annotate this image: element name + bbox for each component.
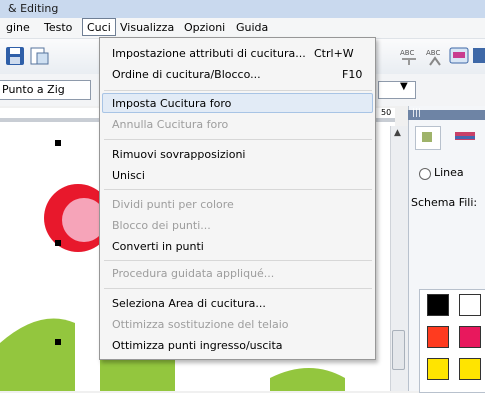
color-swatch[interactable]	[427, 294, 449, 316]
menu-separator	[104, 189, 372, 190]
color-swatch[interactable]	[459, 326, 481, 348]
selection-handle[interactable]	[55, 240, 61, 246]
menu-pagina[interactable]: gine	[6, 21, 30, 34]
panel-header: |||	[408, 108, 485, 120]
shortcut-f10: F10	[342, 68, 363, 81]
scrollbar-thumb[interactable]	[392, 330, 405, 370]
chevron-down-icon: ▼	[400, 81, 408, 92]
embroidery-icon[interactable]	[472, 45, 485, 67]
stitch-type-select[interactable]: Punto a Zig	[0, 80, 91, 100]
menu-item-procedura-applique: Procedura guidata appliqué...	[112, 267, 275, 280]
window-title: & Editing	[8, 2, 59, 15]
menu-item-converti-in-punti[interactable]: Converti in punti	[112, 240, 204, 253]
menu-item-ottimizza-punti[interactable]: Ottimizza punti ingresso/uscita	[112, 339, 283, 352]
menu-item-annulla-cucitura-foro: Annulla Cucitura foro	[112, 118, 229, 131]
menu-cuci[interactable]: Cuci	[82, 18, 116, 36]
save-icon[interactable]	[4, 45, 26, 67]
menu-item-imposta-cucitura-foro[interactable]: Imposta Cucitura foro	[112, 97, 231, 110]
menu-opzioni[interactable]: Opzioni	[184, 21, 225, 34]
menu-separator	[104, 288, 372, 289]
cuci-dropdown-menu: Impostazione attributi di cucitura... Ct…	[99, 37, 376, 360]
panel-tab-line[interactable]	[415, 126, 441, 150]
right-panel: Linea Schema Fili:	[408, 106, 485, 393]
selection-handle[interactable]	[55, 140, 61, 146]
menu-separator	[104, 90, 372, 91]
color-swatch[interactable]	[427, 326, 449, 348]
scroll-up-icon[interactable]: ▲	[394, 128, 401, 138]
menu-visualizza[interactable]: Visualizza	[120, 21, 174, 34]
text-arc-icon[interactable]: ABC	[424, 45, 446, 67]
svg-text:ABC: ABC	[400, 49, 414, 57]
menu-testo[interactable]: Testo	[44, 21, 72, 34]
menu-separator	[104, 260, 372, 261]
title-bar: & Editing	[0, 0, 485, 18]
menu-item-ottimizza-telaio: Ottimizza sostituzione del telaio	[112, 318, 289, 331]
menu-item-dividi-punti: Dividi punti per colore	[112, 198, 234, 211]
menu-bar: gine Testo Cuci Visualizza Opzioni Guida	[0, 18, 485, 39]
menu-item-rimuovi-sovrapposizioni[interactable]: Rimuovi sovrapposizioni	[112, 148, 245, 161]
shortcut-ctrl-w: Ctrl+W	[314, 47, 354, 60]
color-swatch[interactable]	[459, 294, 481, 316]
line-radio[interactable]	[419, 168, 431, 180]
color-swatch[interactable]	[427, 358, 449, 380]
line-label: Linea	[434, 166, 464, 179]
import-icon[interactable]	[28, 45, 50, 67]
selection-handle[interactable]	[55, 339, 61, 345]
menu-guida[interactable]: Guida	[236, 21, 268, 34]
menu-item-unisci[interactable]: Unisci	[112, 169, 145, 182]
stitch-type-value: Punto a Zig	[2, 83, 65, 96]
menu-item-impostazione-attributi[interactable]: Impostazione attributi di cucitura...	[112, 47, 306, 60]
menu-item-ordine-cucitura[interactable]: Ordine di cucitura/Blocco...	[112, 68, 261, 81]
svg-text:ABC: ABC	[426, 49, 440, 57]
ruler-mark: 50	[381, 108, 392, 117]
grip-icon: |||	[412, 108, 422, 118]
dropdown-select[interactable]: ▼	[378, 81, 416, 99]
text-abc-icon[interactable]: ABC	[398, 45, 420, 67]
menu-item-seleziona-area[interactable]: Seleziona Area di cucitura...	[112, 297, 266, 310]
screen-icon[interactable]	[448, 45, 470, 67]
color-swatch[interactable]	[459, 358, 481, 380]
panel-tab-fill[interactable]	[443, 126, 481, 148]
menu-item-blocco-punti: Blocco dei punti...	[112, 219, 211, 232]
menu-separator	[104, 139, 372, 140]
thread-scheme-label: Schema Fili:	[411, 196, 478, 209]
